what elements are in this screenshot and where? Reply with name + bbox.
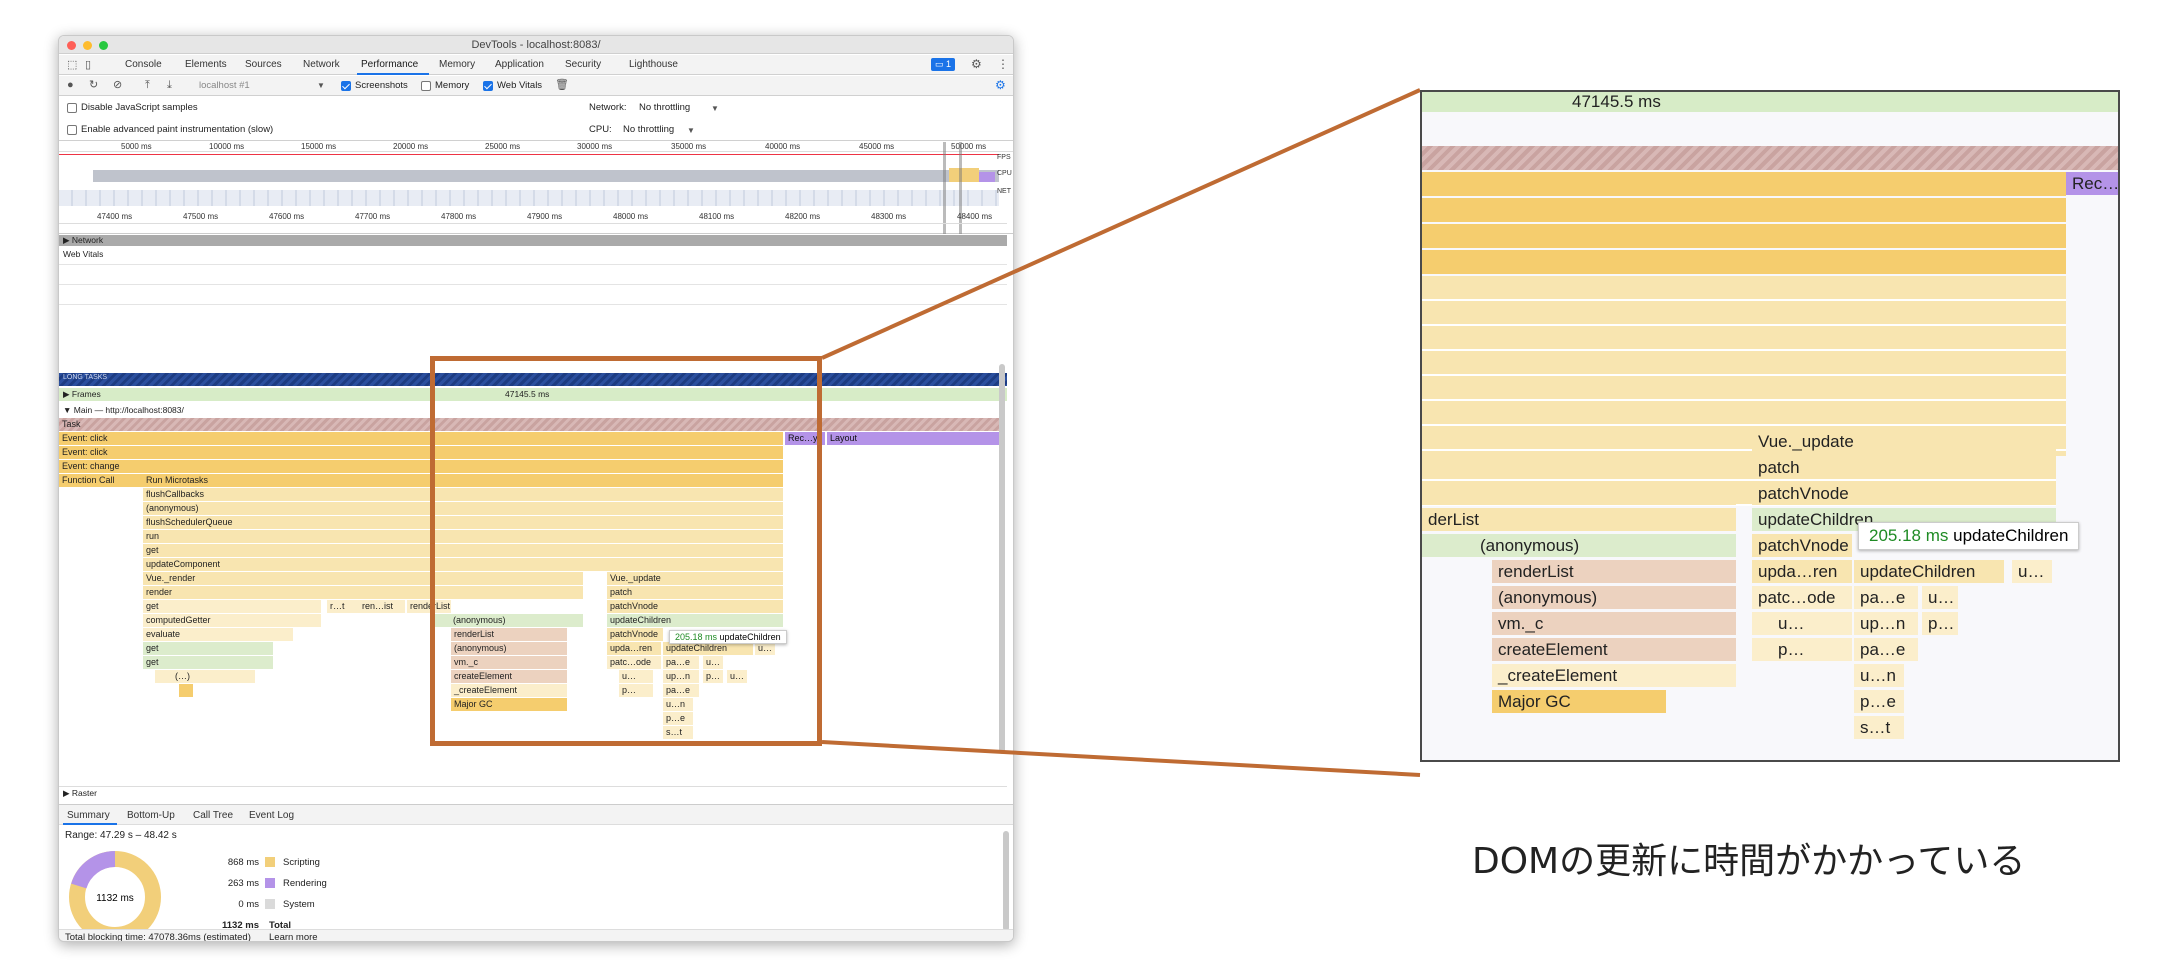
zoom-frame: (anonymous)	[1422, 534, 1736, 557]
zoom-frame: u…	[1922, 586, 1958, 609]
zoom-tooltip: 205.18 ms updateChildren	[1858, 522, 2080, 550]
zoom-frame: (anonymous)	[1492, 586, 1736, 609]
zoom-frame: patc…ode	[1752, 586, 1852, 609]
zoom-frame: up…n	[1854, 612, 1918, 635]
zoom-tooltip-duration: 205.18 ms	[1869, 526, 1949, 545]
zoom-frame: s…t	[1854, 716, 1904, 739]
zoom-frame: u…n	[1854, 664, 1904, 687]
zoom-frame: patchVnode	[1752, 482, 2056, 505]
zoom-frame: u…	[1752, 612, 1852, 635]
zoom-frame: _createElement	[1492, 664, 1736, 687]
zoom-task-bar	[1422, 146, 2118, 170]
zoom-frames-track: 47145.5 ms	[1422, 92, 2118, 112]
connector-line-top	[821, 88, 1421, 360]
zoom-frame: pa…e	[1854, 638, 1918, 661]
zoom-frame: patchVnode	[1752, 534, 1852, 557]
zoom-frame: upda…ren	[1752, 560, 1852, 583]
zoom-event-bar	[1422, 172, 2066, 196]
zoom-frame: vm._c	[1492, 612, 1736, 635]
zoom-event-bar	[1422, 250, 2066, 274]
zoom-frame	[1422, 482, 1736, 505]
zoom-frame: u…	[2012, 560, 2052, 583]
zoom-frame: p…e	[1854, 690, 1904, 713]
zoom-frame: derList	[1422, 508, 1736, 531]
zoom-frame: renderList	[1492, 560, 1736, 583]
zoom-frame: Vue._update	[1752, 430, 2056, 453]
zoom-recalc-bar: Rec…y	[2066, 172, 2118, 195]
zoom-event-bar	[1422, 198, 2066, 222]
connector-line-bottom	[821, 740, 1421, 777]
zoom-stack-block	[1422, 276, 2066, 456]
zoom-frame: pa…e	[1854, 586, 1918, 609]
caption: DOMの更新に時間がかかっている	[1472, 841, 2026, 882]
zoom-frame: patch	[1752, 456, 2056, 479]
zoom-frame: updateChildren	[1854, 560, 2004, 583]
zoomed-flame-chart: 47145.5 ms Rec…y derList (anonymous) ren…	[1420, 90, 2120, 762]
zoom-frame: p…	[1922, 612, 1958, 635]
zoom-frame-time: 47145.5 ms	[1572, 92, 1661, 111]
zoom-event-bar	[1422, 224, 2066, 248]
zoom-major-gc: Major GC	[1492, 690, 1666, 713]
zoom-frame: createElement	[1492, 638, 1736, 661]
zoom-frame: p…	[1752, 638, 1852, 661]
zoom-tooltip-name: updateChildren	[1953, 526, 2069, 545]
